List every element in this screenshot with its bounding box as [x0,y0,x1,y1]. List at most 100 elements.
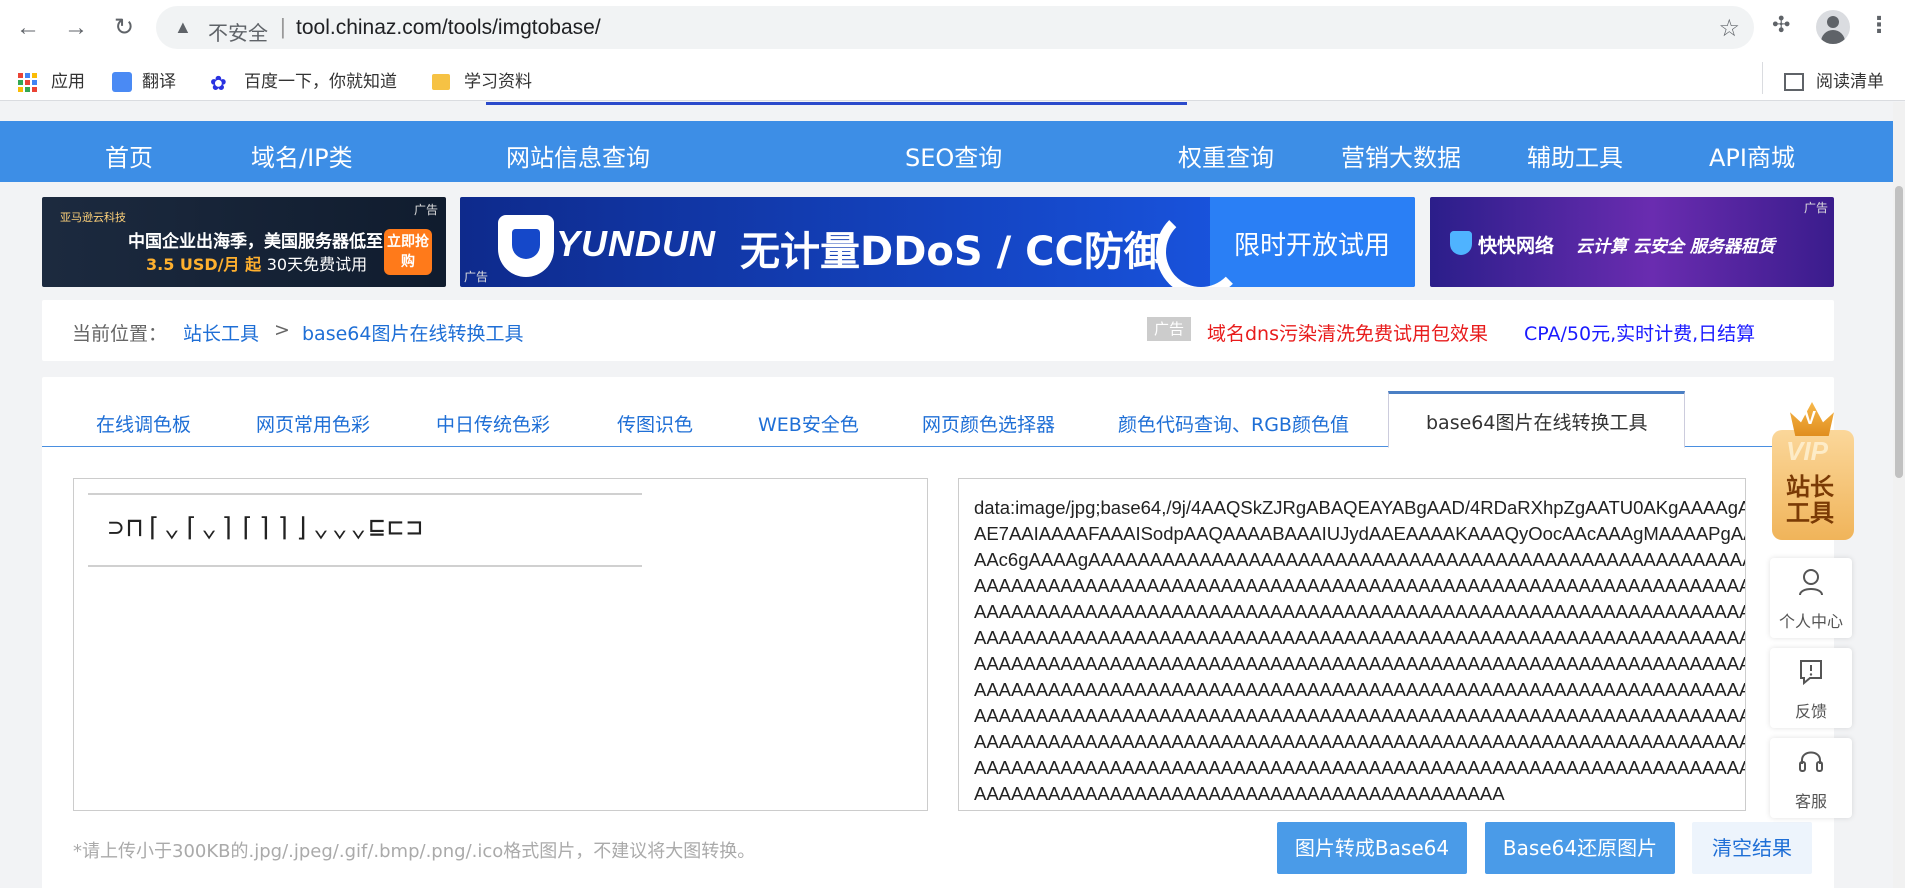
promo-link-dns[interactable]: 域名dns污染清洗免费试用包效果 [1207,319,1488,346]
bookmark-label: 百度一下，你就知道 [244,72,397,92]
extensions-puzzle-icon[interactable]: ✣ [1772,12,1790,38]
tab-color-code[interactable]: 颜色代码查询、RGB颜色值 [1118,410,1349,437]
ad-banner-kuaikuai[interactable]: 广告 快快网络 云计算 云安全 服务器租赁 [1430,197,1834,287]
base64-output-text: data:image/jpg;base64,/9j/4AAQSkZJRgABAQ… [974,497,1746,804]
back-arrow-icon[interactable]: ← [14,14,42,42]
tab-image-color[interactable]: 传图识色 [617,410,693,437]
ad-tag: 广告 [1803,201,1828,215]
browser-menu-icon[interactable]: ⋮ [1868,12,1890,38]
tab-base64-tool[interactable]: base64图片在线转换工具 [1388,391,1686,448]
page-scrollbar[interactable] [1893,102,1905,888]
ad-tag: 广告 [413,203,438,217]
vip-text: VIP [1786,436,1828,466]
feedback-label: 反馈 [1794,702,1827,721]
ad-cta-button[interactable]: 立即抢购 [384,229,432,275]
bookmark-label: 学习资料 [464,72,532,92]
tab-common-colors[interactable]: 网页常用色彩 [256,410,370,437]
ad-headline: 无计量DDoS / CC防御 [740,229,1164,275]
baidu-paw-icon: ✿ [210,71,227,95]
bookmarks-bar: 应用 翻译 ✿ 百度一下，你就知道 学习资料 阅读清单 [0,56,1905,101]
nav-item-weight[interactable]: 权重查询 [1178,138,1274,173]
nav-item-tools[interactable]: 辅助工具 [1527,138,1623,173]
bookmark-label: 翻译 [142,72,176,92]
uploaded-image-preview: ⊃⊓⌈⌄⌈⌄⌉⌈⌉⌉⌋⌄⌄⌄⊑⊏⊐ [88,493,642,567]
reading-list-icon [1784,73,1804,91]
ad-items: 云计算 云安全 服务器租赁 [1576,237,1775,257]
bookmark-baidu[interactable]: ✿ 百度一下，你就知道 [210,67,397,95]
ad-headline: 中国企业出海季，美国服务器低至 [128,232,383,252]
ad-cta-label: 限时开放试用 [1234,231,1391,261]
forward-arrow-icon[interactable]: → [62,14,90,42]
breadcrumb-link-current[interactable]: base64图片在线转换工具 [302,319,523,346]
scrollbar-thumb[interactable] [1895,186,1903,478]
headset-icon [1799,751,1823,772]
bookmark-folder-study[interactable]: 学习资料 [432,67,532,92]
nav-item-domain-ip[interactable]: 域名/IP类 [251,138,353,173]
breadcrumb-link-webmaster[interactable]: 站长工具 [183,319,259,346]
kuaikuai-logo-icon [1450,231,1472,255]
user-icon [1799,569,1823,596]
tool-panel: 在线调色板 网页常用色彩 中日传统色彩 传图识色 WEB安全色 网页颜色选择器 … [42,377,1834,888]
ad-price: 3.5 USD/月 起 30天免费试用 [146,255,368,274]
clear-result-button[interactable]: 清空结果 [1692,822,1812,874]
url-divider: | [280,14,286,39]
translate-icon [112,72,132,92]
to-base64-button[interactable]: 图片转成Base64 [1277,822,1467,874]
bookmark-star-icon[interactable]: ☆ [1718,14,1740,43]
crown-letter: V [1804,408,1817,428]
feedback-button[interactable]: 反馈 [1770,648,1852,728]
profile-avatar-icon[interactable] [1816,10,1850,44]
ad-brand: YUNDUN [556,223,717,264]
breadcrumb-bar: 当前位置： 站长工具 > base64图片在线转换工具 广告 域名dns污染清洗… [42,300,1834,361]
ad-brand: 亚马逊云科技 [60,211,126,224]
tab-web-safe[interactable]: WEB安全色 [758,410,859,437]
main-navigation: 首页 域名/IP类 网站信息查询 SEO查询 权重查询 营销大数据 辅助工具 A… [0,121,1893,182]
feedback-icon [1800,660,1822,686]
bookmark-apps[interactable]: 应用 [18,67,85,92]
upload-hint: *请上传小于300KB的.jpg/.jpeg/.gif/.bmp/.png/.i… [73,841,756,862]
nav-item-seo[interactable]: SEO查询 [905,138,1002,173]
insecure-label[interactable]: 不安全 [208,17,268,46]
nav-item-home[interactable]: 首页 [105,138,153,173]
ad-banner-yundun[interactable]: YUNDUN 无计量DDoS / CC防御 限时开放试用 广告 [460,197,1415,287]
folder-icon [432,74,450,90]
tab-color-picker[interactable]: 网页颜色选择器 [922,410,1055,437]
top-accent-line [486,102,1187,105]
customer-service-label: 客服 [1794,792,1827,811]
personal-center-label: 个人中心 [1778,612,1843,631]
nav-item-marketing[interactable]: 营销大数据 [1341,138,1461,173]
customer-service-button[interactable]: 客服 [1770,738,1852,818]
personal-center-button[interactable]: 个人中心 [1770,558,1852,638]
restore-image-button[interactable]: Base64还原图片 [1485,822,1675,874]
ad-trial: 30天免费试用 [266,255,368,274]
apps-grid-icon [18,72,37,92]
promo-link-cpa[interactable]: CPA/50元,实时计费,日结算 [1524,319,1755,346]
vip-badge[interactable]: V VIP 站长工具 [1768,402,1856,542]
warning-triangle-icon[interactable]: ▲ [174,17,192,38]
nav-item-api[interactable]: API商城 [1709,138,1795,173]
ad-tag: 广告 [464,270,489,284]
reload-icon[interactable]: ↻ [110,14,138,42]
ad-headline: 快快网络 云计算 云安全 服务器租赁 [1478,235,1775,257]
tab-traditional-colors[interactable]: 中日传统色彩 [436,410,550,437]
base64-output-textarea[interactable]: data:image/jpg;base64,/9j/4AAQSkZJRgABAQ… [958,478,1746,811]
ad-tag: 广告 [1147,317,1191,341]
vip-name: 站长工具 [1786,473,1834,527]
tool-tabs: 在线调色板 网页常用色彩 中日传统色彩 传图识色 WEB安全色 网页颜色选择器 … [42,377,1834,448]
image-upload-area[interactable]: ⊃⊓⌈⌄⌈⌄⌉⌈⌉⌉⌋⌄⌄⌄⊑⊏⊐ [73,478,928,811]
url-text[interactable]: tool.chinaz.com/tools/imgtobase/ [296,16,601,40]
tab-palette[interactable]: 在线调色板 [96,410,191,437]
browser-toolbar: ← → ↻ ▲ 不安全 | tool.chinaz.com/tools/imgt… [0,0,1905,56]
shield-logo-icon [498,215,554,277]
nav-item-site-info[interactable]: 网站信息查询 [506,138,650,173]
preview-glyphs: ⊃⊓⌈⌄⌈⌄⌉⌈⌉⌉⌋⌄⌄⌄⊑⊏⊐ [108,513,426,543]
bookmarks-divider [1762,62,1763,94]
reading-list[interactable]: 阅读清单 [1784,67,1884,92]
ad-banner-aws[interactable]: 亚马逊云科技 广告 中国企业出海季，美国服务器低至 3.5 USD/月 起 30… [42,197,446,287]
bookmark-label: 应用 [51,72,85,92]
breadcrumb-separator: > [274,319,290,341]
swoosh-decoration [1156,207,1246,287]
breadcrumb-label: 当前位置： [72,323,168,345]
bookmark-translate[interactable]: 翻译 [112,67,176,92]
address-bar[interactable]: ▲ 不安全 | tool.chinaz.com/tools/imgtobase/… [156,6,1754,49]
